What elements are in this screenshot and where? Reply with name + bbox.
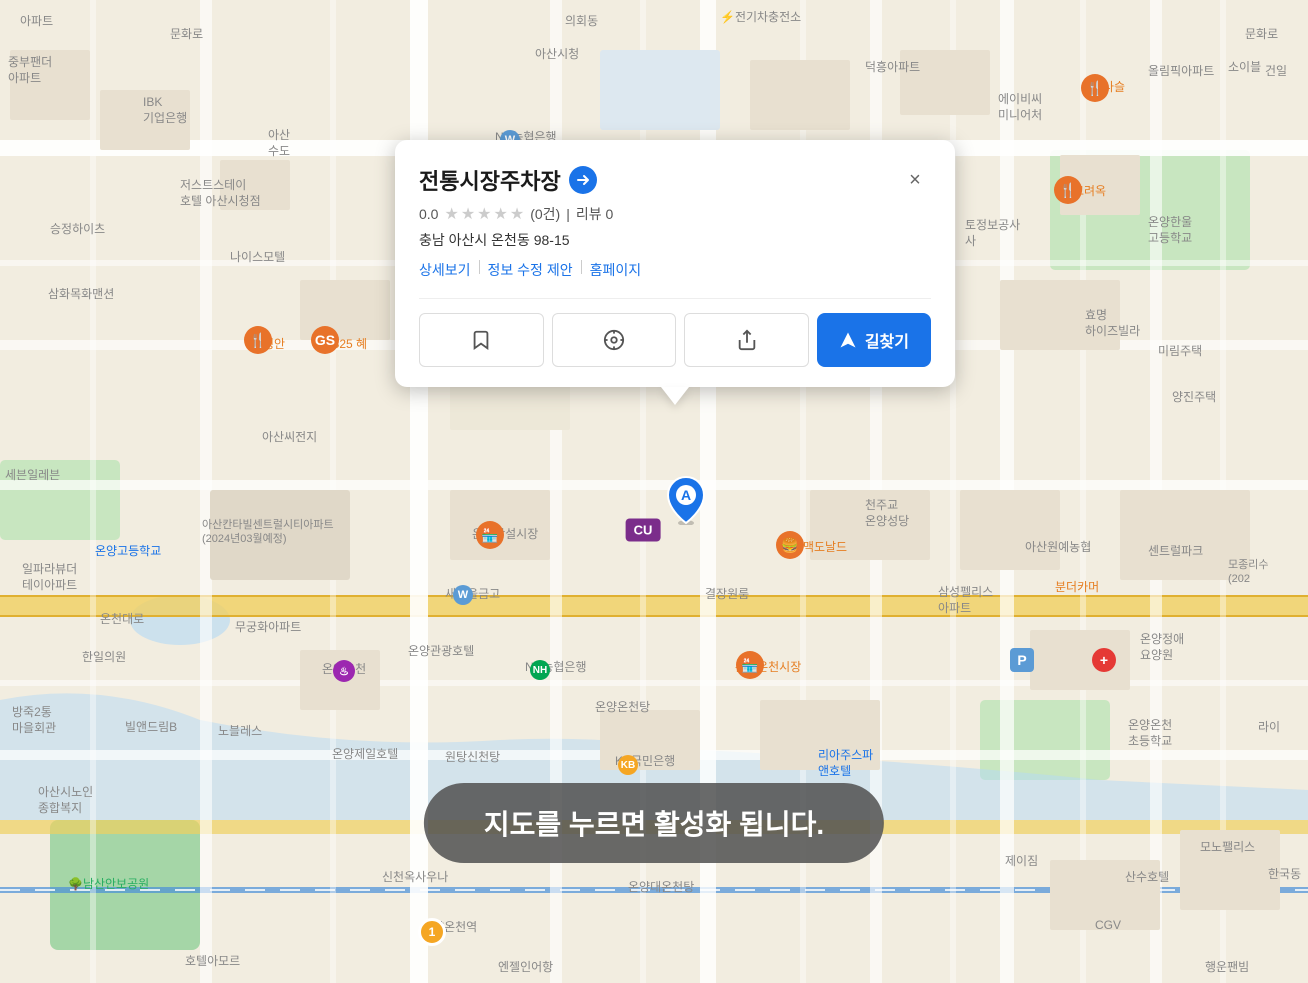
stars: ★ ★ ★ ★ ★	[444, 204, 524, 224]
location-icon	[603, 329, 625, 351]
share-icon	[736, 329, 758, 351]
popup-header: 전통시장주차장 ×	[419, 164, 931, 196]
popup-links: 상세보기 정보 수정 제안 홈페이지	[419, 260, 931, 280]
link-sep1	[479, 260, 480, 274]
popup-card: 전통시장주차장 × 0.0 ★ ★ ★ ★ ★ (0건) | 리뷰 0 충남 아…	[395, 140, 955, 387]
rating-value: 0.0	[419, 206, 438, 222]
rating-count: (0건)	[530, 204, 560, 224]
popup-address: 충남 아산시 온천동 98-15	[419, 230, 931, 250]
link-sep2	[581, 260, 582, 274]
activate-text: 지도를 누르면 활성화 됩니다.	[484, 809, 824, 840]
rating-sep: |	[566, 206, 570, 222]
link-detail[interactable]: 상세보기	[419, 260, 471, 280]
navigate-icon	[839, 331, 857, 349]
bookmark-icon	[470, 329, 492, 351]
share-button[interactable]	[684, 313, 809, 367]
navigate-button[interactable]: 길찾기	[817, 313, 931, 367]
popup-title-row: 전통시장주차장	[419, 164, 597, 196]
popup-rating: 0.0 ★ ★ ★ ★ ★ (0건) | 리뷰 0	[419, 204, 931, 224]
popup-title: 전통시장주차장	[419, 164, 561, 196]
popup-close-button[interactable]: ×	[899, 164, 931, 196]
bookmark-button[interactable]	[419, 313, 544, 367]
review-label: 리뷰 0	[576, 204, 613, 224]
popup-navigate-btn[interactable]	[569, 166, 597, 194]
popup-actions: 길찾기	[419, 298, 931, 367]
map-activate-overlay[interactable]: 지도를 누르면 활성화 됩니다.	[424, 783, 884, 863]
link-suggest[interactable]: 정보 수정 제안	[488, 260, 573, 280]
link-homepage[interactable]: 홈페이지	[590, 260, 642, 280]
nav-btn-label: 길찾기	[865, 328, 909, 352]
nearby-search-button[interactable]	[552, 313, 677, 367]
